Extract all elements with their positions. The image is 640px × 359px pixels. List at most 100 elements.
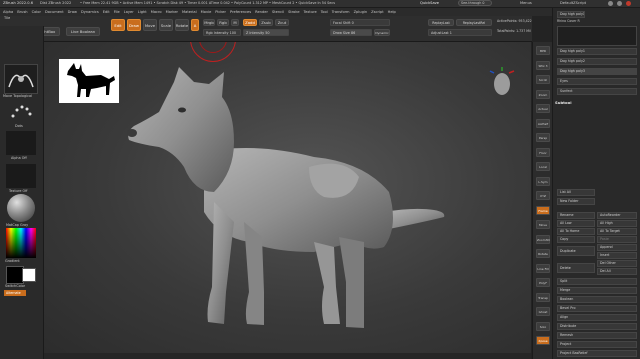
menu-file[interactable]: File xyxy=(114,8,120,16)
rshelf-local[interactable]: Local xyxy=(536,162,550,171)
see-through-slider[interactable]: See-through 0 xyxy=(458,0,492,6)
z-intensity-slider[interactable]: Z Intensity 50 xyxy=(243,29,289,36)
remesh-menu[interactable]: Remesh xyxy=(557,332,637,339)
menu-light[interactable]: Light xyxy=(138,8,147,16)
menus-button[interactable]: Menus xyxy=(520,1,532,5)
texture-thumbnail[interactable] xyxy=(6,164,36,188)
menu-edit[interactable]: Edit xyxy=(103,8,110,16)
replay-last-button[interactable]: ReplayLast xyxy=(428,19,454,26)
menu-macro[interactable]: Macro xyxy=(151,8,162,16)
draw-size-slider[interactable]: Draw Size 86 xyxy=(330,29,372,36)
subtool-item-eyes[interactable]: Eyes xyxy=(557,78,637,85)
navigation-cube[interactable] xyxy=(489,67,515,97)
menu-material[interactable]: Material xyxy=(182,8,197,16)
quicksave-button[interactable]: QuickSave xyxy=(420,1,439,5)
rshelf-spix-3[interactable]: SPix 3 xyxy=(536,60,550,70)
rotate-button[interactable]: Rotate xyxy=(175,19,189,31)
distribute-menu[interactable]: Distribute xyxy=(557,323,637,330)
project-basrelief-menu[interactable]: Project BasRelief xyxy=(557,350,637,357)
stroke-thumbnail[interactable] xyxy=(10,102,32,124)
all-low-button[interactable]: All Low xyxy=(557,220,595,227)
all-high-button[interactable]: All High xyxy=(597,220,637,227)
menu-tool[interactable]: Tool xyxy=(321,8,328,16)
del-other-button[interactable]: Del Other xyxy=(597,260,637,267)
rshelf-xpose[interactable]: Xpose xyxy=(536,336,550,345)
menu-marker[interactable]: Marker xyxy=(166,8,178,16)
menu-picker[interactable]: Picker xyxy=(215,8,226,16)
rshelf-actual[interactable]: Actual xyxy=(536,104,550,113)
adjust-last-slider[interactable]: AdjustLast 1 xyxy=(428,29,492,36)
merge-menu[interactable]: Merge xyxy=(557,287,637,294)
subtool-item-sunfect[interactable]: Sunfect xyxy=(557,88,637,95)
rshelf-ghost[interactable]: Ghost xyxy=(536,307,550,316)
subtool-item-1[interactable]: Dog high poly1 xyxy=(557,48,637,55)
viewport-canvas[interactable] xyxy=(44,42,531,353)
window-controls[interactable] xyxy=(606,1,636,6)
menu-draw[interactable]: Draw xyxy=(68,8,77,16)
menu-document[interactable]: Document xyxy=(45,8,64,16)
rshelf-floor[interactable]: Floor xyxy=(536,147,550,157)
subtool-item-3[interactable]: Dog high poly3 xyxy=(557,68,637,75)
menu-help[interactable]: Help xyxy=(388,8,396,16)
rshelf-bpr[interactable]: BPR xyxy=(536,46,550,55)
rename-button[interactable]: Rename xyxy=(557,212,595,219)
subtool-item-2[interactable]: Dog high poly2 xyxy=(557,58,637,65)
append-button[interactable]: Append xyxy=(597,244,637,251)
zcut-button[interactable]: Zcut xyxy=(275,19,289,26)
menu-preferences[interactable]: Preferences xyxy=(230,8,251,16)
menu-movie[interactable]: Movie xyxy=(201,8,212,16)
new-folder-button[interactable]: New Folder xyxy=(557,198,595,205)
switch-color-button[interactable]: SwitchColor xyxy=(5,284,25,288)
rshelf-persp[interactable]: Persp xyxy=(536,133,550,142)
live-boolean-button[interactable]: Live Boolean xyxy=(66,27,100,36)
insert-button[interactable]: Insert xyxy=(597,252,637,259)
split-menu[interactable]: Split xyxy=(557,278,637,285)
bevel-pro-menu[interactable]: Bevel Pro xyxy=(557,305,637,312)
menu-zplugin[interactable]: Zplugin xyxy=(354,8,368,16)
copy-button[interactable]: Copy xyxy=(557,236,595,243)
replay-last-rel-button[interactable]: ReplayLastRel xyxy=(456,19,492,26)
alpha-thumbnail[interactable] xyxy=(6,131,36,155)
subtool-thumbnail-grid[interactable] xyxy=(557,26,637,46)
del-all-button[interactable]: Del All xyxy=(597,268,637,275)
rshelf-transp[interactable]: Transp xyxy=(536,292,550,302)
rgb-intensity-slider[interactable]: Rgb Intensity 100 xyxy=(203,29,241,36)
menu-alpha[interactable]: Alpha xyxy=(3,8,13,16)
rshelf-xyz[interactable]: XYZ xyxy=(536,191,550,200)
duplicate-button[interactable]: Duplicate xyxy=(557,246,595,256)
focal-shift-slider[interactable]: Focal Shift 0 xyxy=(330,19,390,26)
mrgb-button[interactable]: Mrgb xyxy=(203,19,215,26)
secondary-color-swatch[interactable] xyxy=(22,268,36,282)
menu-dynamics[interactable]: Dynamics xyxy=(81,8,99,16)
alternate-button[interactable]: Alternate xyxy=(4,290,26,296)
subtool-thumb-1[interactable]: Dog high poly1 xyxy=(557,11,585,18)
close-icon[interactable] xyxy=(626,1,631,6)
minimize-icon[interactable] xyxy=(608,1,613,6)
zadd-button[interactable]: Zadd xyxy=(243,19,257,26)
rshelf-zoom[interactable]: Zoom xyxy=(536,89,550,99)
menu-transform[interactable]: Transform xyxy=(332,8,350,16)
rshelf-scroll[interactable]: Scroll xyxy=(536,75,550,84)
subtool-section-title[interactable]: Subtool xyxy=(555,100,572,105)
a-button[interactable]: A xyxy=(191,19,199,31)
rshelf-zoom3d[interactable]: Zoom3D xyxy=(536,234,550,244)
align-menu[interactable]: Align xyxy=(557,314,637,321)
scale-button[interactable]: Scale xyxy=(159,19,173,31)
all-to-home-button[interactable]: All To Home xyxy=(557,228,595,235)
material-sphere[interactable] xyxy=(7,194,35,222)
menu-stroke[interactable]: Stroke xyxy=(288,8,299,16)
brush-thumbnail[interactable] xyxy=(4,64,38,94)
boolean-menu[interactable]: Boolean xyxy=(557,296,637,303)
rgb-button[interactable]: Rgb xyxy=(217,19,229,26)
color-picker[interactable] xyxy=(6,228,36,258)
project-menu[interactable]: Project xyxy=(557,341,637,348)
menu-layer[interactable]: Layer xyxy=(124,8,134,16)
rshelf-rotate[interactable]: Rotate xyxy=(536,249,550,258)
dynamic-button[interactable]: Dynamic xyxy=(374,29,390,36)
delete-button[interactable]: Delete xyxy=(557,263,595,273)
menu-zscript[interactable]: Zscript xyxy=(371,8,383,16)
menu-color[interactable]: Color xyxy=(32,8,41,16)
default-zscript-button[interactable]: DefaultZScript xyxy=(560,1,586,5)
menu-brush[interactable]: Brush xyxy=(17,8,27,16)
menu-stencil[interactable]: Stencil xyxy=(272,8,284,16)
